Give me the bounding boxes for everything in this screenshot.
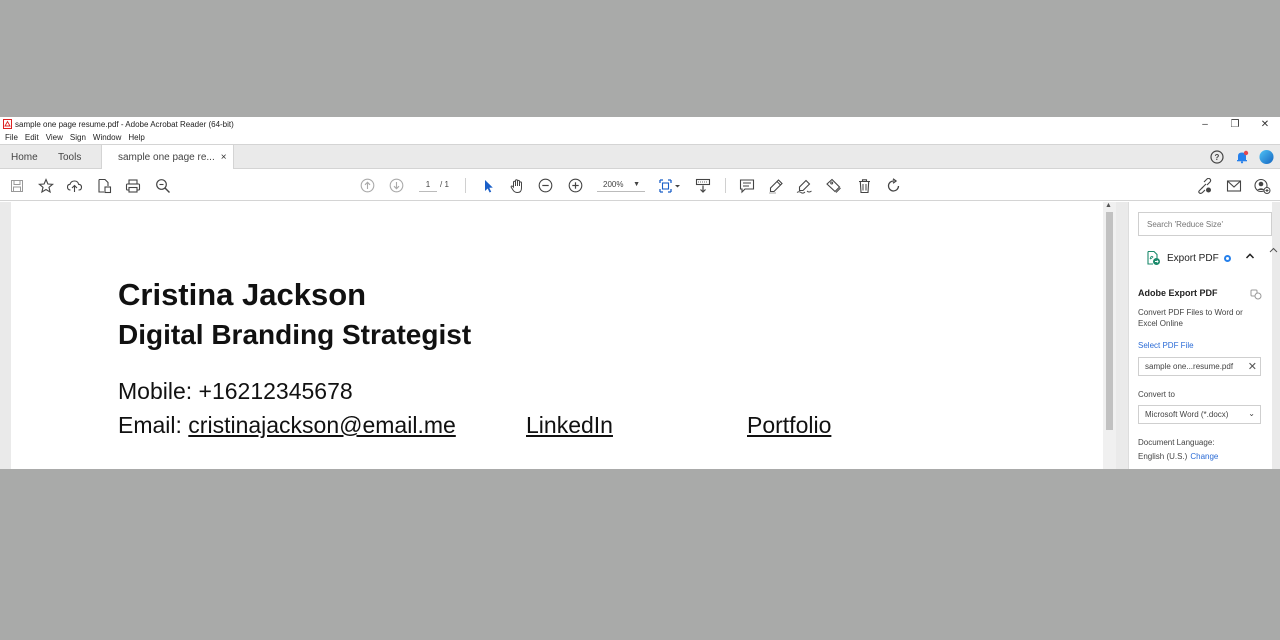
chevron-down-icon: ▼ xyxy=(633,181,640,188)
tab-tools[interactable]: Tools xyxy=(58,145,81,169)
restore-button[interactable]: ❐ xyxy=(1220,117,1250,131)
export-description: Convert PDF Files to Word or Excel Onlin… xyxy=(1138,308,1243,328)
email-link[interactable]: cristinajackson@email.me xyxy=(188,412,456,438)
tab-document-label: sample one page re... xyxy=(118,152,215,163)
prev-page-icon[interactable] xyxy=(359,177,376,194)
export-pdf-tool[interactable]: Export PDF xyxy=(1145,250,1231,266)
window-title: sample one page resume.pdf - Adobe Acrob… xyxy=(15,119,234,129)
convert-format-select[interactable]: Microsoft Word (*.docx) ⌄ xyxy=(1138,405,1261,424)
help-icon[interactable]: ? xyxy=(1209,149,1224,164)
select-cursor-icon[interactable] xyxy=(479,177,496,194)
convert-to-label: Convert to xyxy=(1138,390,1175,399)
info-dot-icon xyxy=(1223,254,1231,262)
tools-pane-scrollbar[interactable] xyxy=(1267,202,1280,469)
share-link-icon[interactable] xyxy=(1196,177,1213,194)
pdf-page: Cristina Jackson Digital Branding Strate… xyxy=(11,202,1103,469)
stamp-icon[interactable] xyxy=(825,177,842,194)
toolbar-divider xyxy=(725,178,726,193)
portfolio-link[interactable]: Portfolio xyxy=(747,412,831,439)
document-gutter xyxy=(0,202,11,469)
title-bar: sample one page resume.pdf - Adobe Acrob… xyxy=(0,117,1280,131)
document-language-label: Document Language: xyxy=(1138,438,1215,447)
resume-name: Cristina Jackson xyxy=(118,277,367,312)
tools-pane: Export PDF Adobe Export PDF Convert PDF … xyxy=(1116,202,1280,469)
acrobat-window: sample one page resume.pdf - Adobe Acrob… xyxy=(0,117,1280,469)
selected-file-name: sample one...resume.pdf xyxy=(1145,362,1234,371)
menu-bar: File Edit View Sign Window Help xyxy=(0,131,1280,144)
resume-mobile: Mobile: +16212345678 xyxy=(118,378,353,404)
zoom-level-select[interactable]: 200% ▼ xyxy=(597,178,645,192)
hand-tool-icon[interactable] xyxy=(508,177,525,194)
rotate-icon[interactable] xyxy=(885,177,902,194)
star-icon[interactable] xyxy=(37,177,54,194)
menu-edit[interactable]: Edit xyxy=(25,133,39,142)
svg-text:?: ? xyxy=(1214,153,1219,162)
highlight-pen-icon[interactable] xyxy=(767,177,784,194)
menu-help[interactable]: Help xyxy=(128,133,144,142)
tools-search-input[interactable] xyxy=(1138,212,1272,236)
print-icon[interactable] xyxy=(124,177,141,194)
resume-job-title: Digital Branding Strategist xyxy=(118,319,472,350)
zoom-level-value: 200% xyxy=(603,180,624,189)
selected-file-field[interactable]: sample one...resume.pdf ✕ xyxy=(1138,357,1261,376)
document-language: Document Language: English (U.S.) Change xyxy=(1138,436,1218,464)
close-window-button[interactable]: ✕ xyxy=(1250,117,1280,131)
comment-icon[interactable] xyxy=(738,177,755,194)
email-label: Email: xyxy=(118,412,189,438)
fit-page-icon[interactable] xyxy=(658,177,682,194)
notification-bell-icon[interactable] xyxy=(1234,149,1249,164)
export-file-icon[interactable] xyxy=(95,177,112,194)
document-viewer[interactable]: Cristina Jackson Digital Branding Strate… xyxy=(0,202,1116,469)
zoom-in-icon[interactable] xyxy=(567,177,584,194)
page-total-label: / 1 xyxy=(440,180,449,189)
scroll-up-arrow-icon[interactable]: ▲ xyxy=(1105,202,1112,209)
convert-format-value: Microsoft Word (*.docx) xyxy=(1145,410,1229,419)
scroll-mode-icon[interactable] xyxy=(694,177,711,194)
tab-bar: Home Tools sample one page re... × ? xyxy=(0,144,1280,170)
acrobat-app-icon xyxy=(2,119,12,130)
export-pdf-icon xyxy=(1147,250,1160,265)
select-pdf-file-link[interactable]: Select PDF File xyxy=(1138,341,1194,350)
email-icon[interactable] xyxy=(1225,177,1242,194)
chevron-up-icon[interactable] xyxy=(1245,251,1255,263)
document-scrollbar[interactable]: ▲ xyxy=(1103,202,1116,469)
export-heading: Adobe Export PDF xyxy=(1138,288,1218,298)
change-language-link[interactable]: Change xyxy=(1190,452,1218,461)
add-account-icon[interactable] xyxy=(1254,177,1271,194)
scrollbar-thumb[interactable] xyxy=(1106,212,1113,430)
settings-tool-icon[interactable] xyxy=(1250,287,1262,305)
find-zoom-icon[interactable] xyxy=(154,177,171,194)
chevron-down-icon: ⌄ xyxy=(1248,409,1255,418)
next-page-icon[interactable] xyxy=(388,177,405,194)
export-pdf-label: Export PDF xyxy=(1167,252,1219,264)
resume-email-line: Email: cristinajackson@email.me xyxy=(118,412,456,439)
page-number-input[interactable]: 1 xyxy=(419,178,437,192)
profile-avatar-icon[interactable] xyxy=(1259,149,1274,164)
menu-file[interactable]: File xyxy=(5,133,18,142)
zoom-out-icon[interactable] xyxy=(537,177,554,194)
upload-cloud-icon[interactable] xyxy=(66,177,83,194)
tab-document[interactable]: sample one page re... × xyxy=(101,145,234,170)
menu-window[interactable]: Window xyxy=(93,133,121,142)
linkedin-link[interactable]: LinkedIn xyxy=(526,412,613,439)
document-language-value: English (U.S.) xyxy=(1138,452,1188,461)
sign-pen-icon[interactable] xyxy=(796,177,813,194)
remove-file-icon[interactable]: ✕ xyxy=(1248,360,1257,373)
delete-trash-icon[interactable] xyxy=(856,177,873,194)
tab-close-icon[interactable]: × xyxy=(221,152,227,163)
tab-home[interactable]: Home xyxy=(11,145,38,169)
minimize-button[interactable]: – xyxy=(1190,117,1220,131)
toolbar-divider xyxy=(465,178,466,193)
menu-view[interactable]: View xyxy=(46,133,63,142)
main-toolbar: 1 / 1 200% ▼ xyxy=(0,169,1280,201)
menu-sign[interactable]: Sign xyxy=(70,133,86,142)
save-icon[interactable] xyxy=(8,177,25,194)
